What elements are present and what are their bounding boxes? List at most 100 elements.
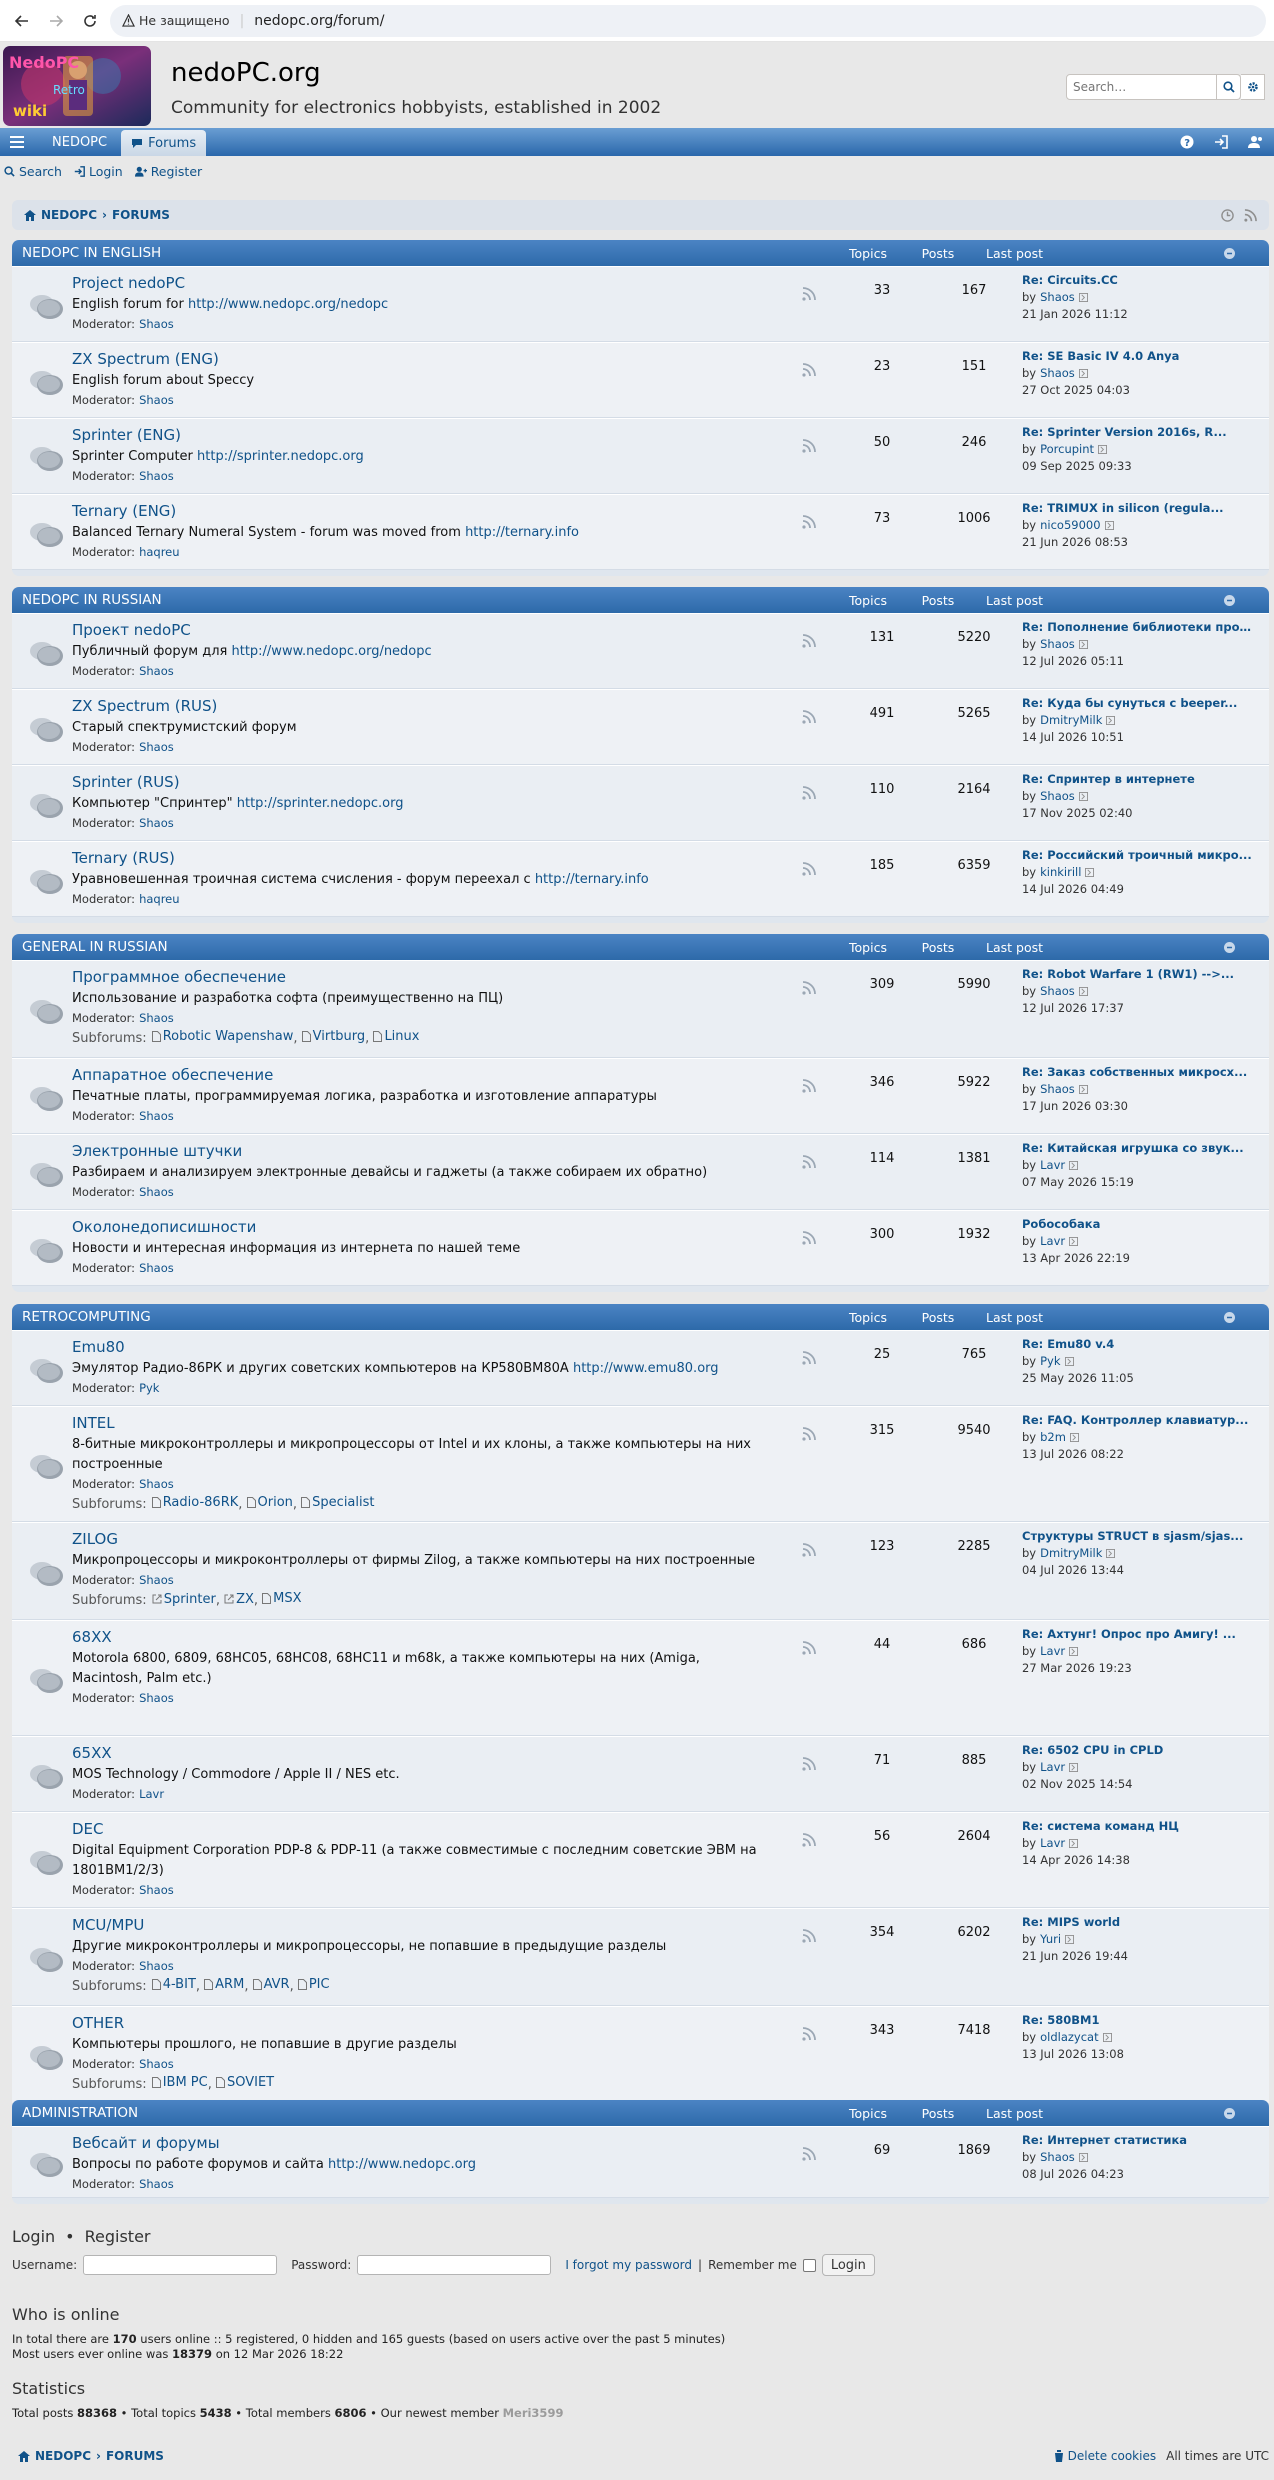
login-nav-button[interactable] bbox=[1204, 128, 1238, 156]
goto-post-icon[interactable] bbox=[1106, 1549, 1116, 1558]
last-post-title[interactable]: Re: MIPS world bbox=[1022, 1914, 1252, 1931]
register-link[interactable]: Register bbox=[134, 164, 202, 179]
menu-button[interactable] bbox=[0, 128, 34, 156]
last-post-user[interactable]: Pyk bbox=[1040, 1353, 1060, 1370]
last-post-title[interactable]: Re: 6502 CPU in CPLD bbox=[1022, 1742, 1252, 1759]
forum-description-link[interactable]: http://sprinter.nedopc.org bbox=[197, 449, 364, 464]
forum-name[interactable]: OTHER bbox=[72, 2014, 124, 2032]
goto-post-icon[interactable] bbox=[1078, 369, 1088, 378]
subforum-link[interactable]: PIC bbox=[297, 1977, 330, 1992]
feed-icon[interactable] bbox=[802, 1231, 816, 1245]
forum-name[interactable]: Sprinter (ENG) bbox=[72, 426, 181, 444]
subforum-link[interactable]: Specialist bbox=[301, 1495, 375, 1510]
goto-post-icon[interactable] bbox=[1064, 1357, 1074, 1366]
moderator-link[interactable]: Shaos bbox=[139, 1477, 174, 1491]
forum-name[interactable]: 68XX bbox=[72, 1628, 112, 1646]
site-title[interactable]: nedoPC.org bbox=[171, 58, 321, 88]
last-post-title[interactable]: Re: Robot Warfare 1 (RW1) -->... bbox=[1022, 966, 1252, 983]
breadcrumb-forums[interactable]: FORUMS bbox=[112, 208, 170, 222]
feed-icon[interactable] bbox=[802, 1155, 816, 1169]
goto-post-icon[interactable] bbox=[1069, 1839, 1079, 1848]
last-post-title[interactable]: Re: Ахтунг! Опрос про Амигу! ... bbox=[1022, 1626, 1252, 1643]
goto-post-icon[interactable] bbox=[1069, 1237, 1079, 1246]
moderator-link[interactable]: Shaos bbox=[139, 1261, 174, 1275]
subforum-link[interactable]: Radio-86RK bbox=[151, 1495, 238, 1510]
category-title[interactable]: NEDOPC IN RUSSIAN bbox=[12, 592, 838, 608]
goto-post-icon[interactable] bbox=[1065, 1935, 1075, 1944]
last-post-user[interactable]: Lavr bbox=[1040, 1233, 1065, 1250]
last-post-user[interactable]: Shaos bbox=[1040, 1081, 1075, 1098]
category-title[interactable]: ADMINISTRATION bbox=[12, 2105, 838, 2121]
reload-icon[interactable] bbox=[76, 7, 104, 35]
forum-name[interactable]: Околонедописишности bbox=[72, 1218, 256, 1236]
forum-description-link[interactable]: http://ternary.info bbox=[465, 525, 579, 540]
feed-icon[interactable] bbox=[802, 287, 816, 301]
last-post-title[interactable]: Re: Куда бы сунуться с beeper... bbox=[1022, 695, 1252, 712]
footer-home[interactable]: NEDOPC bbox=[35, 2449, 91, 2463]
feed-icon[interactable] bbox=[802, 1427, 816, 1441]
breadcrumb-home[interactable]: NEDOPC bbox=[41, 208, 97, 222]
moderator-link[interactable]: Shaos bbox=[139, 1185, 174, 1199]
forum-description-link[interactable]: http://www.nedopc.org/nedopc bbox=[188, 297, 388, 312]
goto-post-icon[interactable] bbox=[1078, 2153, 1088, 2162]
subforum-link[interactable]: AVR bbox=[252, 1977, 290, 1992]
clock-icon[interactable] bbox=[1221, 208, 1234, 222]
forum-name[interactable]: Sprinter (RUS) bbox=[72, 773, 180, 791]
advanced-search-button[interactable] bbox=[1241, 74, 1265, 100]
goto-post-icon[interactable] bbox=[1069, 1763, 1079, 1772]
goto-post-icon[interactable] bbox=[1104, 521, 1114, 530]
moderator-link[interactable]: haqreu bbox=[139, 545, 179, 559]
goto-post-icon[interactable] bbox=[1106, 716, 1116, 725]
moderator-link[interactable]: Shaos bbox=[139, 1109, 174, 1123]
subforum-link[interactable]: IBM PC bbox=[151, 2075, 208, 2090]
last-post-title[interactable]: Re: FAQ. Контроллер клавиатур... bbox=[1022, 1412, 1252, 1429]
moderator-link[interactable]: Shaos bbox=[139, 469, 174, 483]
password-field[interactable] bbox=[357, 2255, 552, 2275]
moderator-link[interactable]: Shaos bbox=[139, 740, 174, 754]
moderator-link[interactable]: Shaos bbox=[139, 2177, 174, 2191]
forum-description-link[interactable]: http://www.nedopc.org bbox=[328, 2157, 476, 2172]
goto-post-icon[interactable] bbox=[1098, 445, 1108, 454]
feed-icon[interactable] bbox=[802, 1543, 816, 1557]
forum-name[interactable]: ZILOG bbox=[72, 1530, 118, 1548]
feed-icon[interactable] bbox=[802, 1929, 816, 1943]
last-post-user[interactable]: Shaos bbox=[1040, 2149, 1075, 2166]
feed-icon[interactable] bbox=[802, 862, 816, 876]
forum-name[interactable]: 65XX bbox=[72, 1744, 112, 1762]
last-post-user[interactable]: Porcupint bbox=[1040, 441, 1094, 458]
last-post-user[interactable]: Shaos bbox=[1040, 983, 1075, 1000]
forum-name[interactable]: Программное обеспечение bbox=[72, 968, 286, 986]
feed-icon[interactable] bbox=[802, 1641, 816, 1655]
category-title[interactable]: GENERAL IN RUSSIAN bbox=[12, 939, 838, 955]
collapse-icon[interactable] bbox=[1218, 593, 1240, 607]
forum-name[interactable]: Project nedoPC bbox=[72, 274, 185, 292]
collapse-icon[interactable] bbox=[1218, 940, 1240, 954]
feed-icon[interactable] bbox=[802, 439, 816, 453]
site-logo[interactable]: NedoPC wiki Retro bbox=[3, 46, 151, 126]
forum-name[interactable]: ZX Spectrum (RUS) bbox=[72, 697, 217, 715]
last-post-title[interactable]: Re: Sprinter Version 2016s, R... bbox=[1022, 424, 1252, 441]
goto-post-icon[interactable] bbox=[1069, 1433, 1079, 1442]
forum-description-link[interactable]: http://www.nedopc.org/nedopc bbox=[231, 644, 431, 659]
forum-name[interactable]: Проект nedoPC bbox=[72, 621, 191, 639]
last-post-user[interactable]: Shaos bbox=[1040, 365, 1075, 382]
forum-description-link[interactable]: http://sprinter.nedopc.org bbox=[237, 796, 404, 811]
moderator-link[interactable]: haqreu bbox=[139, 892, 179, 906]
goto-post-icon[interactable] bbox=[1078, 640, 1088, 649]
feed-icon[interactable] bbox=[802, 1757, 816, 1771]
last-post-title[interactable]: Re: Circuits.CC bbox=[1022, 272, 1252, 289]
moderator-link[interactable]: Shaos bbox=[139, 1691, 174, 1705]
last-post-user[interactable]: Lavr bbox=[1040, 1835, 1065, 1852]
feed-icon[interactable] bbox=[802, 363, 816, 377]
goto-post-icon[interactable] bbox=[1102, 2033, 1112, 2042]
goto-post-icon[interactable] bbox=[1069, 1161, 1079, 1170]
last-post-title[interactable]: Re: Интернет статистика bbox=[1022, 2132, 1252, 2149]
last-post-title[interactable]: Re: 580ВМ1 bbox=[1022, 2012, 1252, 2029]
search-input[interactable] bbox=[1066, 74, 1217, 100]
feed-icon[interactable] bbox=[802, 786, 816, 800]
last-post-title[interactable]: Re: Emu80 v.4 bbox=[1022, 1336, 1252, 1353]
address-bar[interactable]: Не защищено | nedopc.org/forum/ bbox=[110, 4, 1266, 37]
feed-icon[interactable] bbox=[802, 515, 816, 529]
moderator-link[interactable]: Shaos bbox=[139, 1959, 174, 1973]
last-post-user[interactable]: Lavr bbox=[1040, 1759, 1065, 1776]
